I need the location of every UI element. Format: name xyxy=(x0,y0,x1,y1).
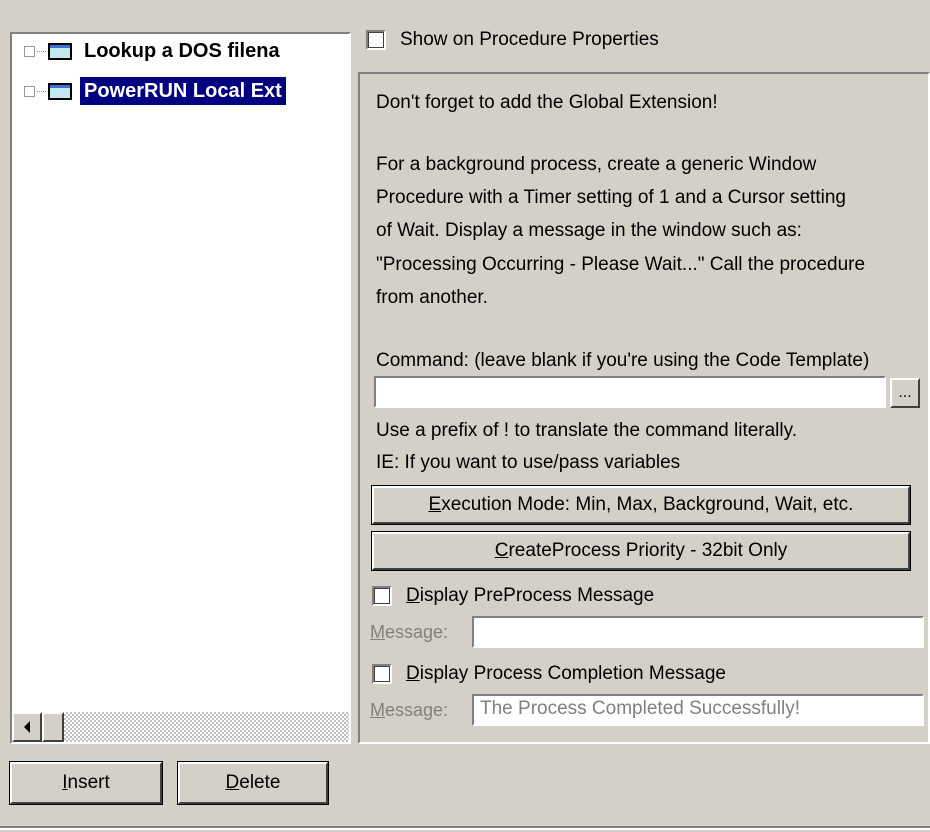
settings-panel: Don't forget to add the Global Extension… xyxy=(358,72,930,744)
command-input[interactable] xyxy=(374,376,886,408)
completion-message-caption: Message: xyxy=(370,700,449,720)
preprocess-message-caption: Message: xyxy=(370,622,449,642)
tree-node-box[interactable] xyxy=(24,45,35,57)
execution-mode-button[interactable]: Execution Mode: Min, Max, Background, Wa… xyxy=(371,485,911,525)
command-hint: Use a prefix of ! to translate the comma… xyxy=(376,420,797,441)
info-line: from another. xyxy=(376,287,488,308)
window-icon xyxy=(48,42,72,60)
global-extension-note: Don't forget to add the Global Extension… xyxy=(376,92,718,113)
procedure-tree[interactable]: Lookup a DOS filena PowerRUN Local Ext xyxy=(10,32,351,744)
tree-item-label: Lookup a DOS filena xyxy=(84,40,280,62)
window-icon xyxy=(48,82,72,100)
insert-button[interactable]: Insert xyxy=(9,761,163,805)
tree-item-lookup-dos[interactable]: Lookup a DOS filena xyxy=(24,36,284,66)
process-priority-button[interactable]: CreateProcess Priority - 32bit Only xyxy=(371,531,911,571)
show-on-properties-checkbox[interactable] xyxy=(366,30,386,50)
command-label: Command: (leave blank if you're using th… xyxy=(376,350,870,371)
completion-message-input[interactable]: The Process Completed Successfully! xyxy=(472,694,924,726)
command-hint: IE: If you want to use/pass variables xyxy=(376,452,681,473)
horizontal-scrollbar[interactable] xyxy=(12,712,349,742)
tree-node-box[interactable] xyxy=(24,85,35,97)
preprocess-message-label: Display PreProcess Message xyxy=(406,585,655,606)
bottom-divider xyxy=(0,826,930,830)
completion-message-checkbox[interactable] xyxy=(372,664,392,684)
scroll-left-button[interactable] xyxy=(12,712,42,742)
scroll-thumb[interactable] xyxy=(42,712,64,742)
delete-button[interactable]: Delete xyxy=(177,761,329,805)
tree-item-label: PowerRUN Local Ext xyxy=(80,77,286,105)
preprocess-message-checkbox[interactable] xyxy=(372,586,392,606)
completion-message-label: Display Process Completion Message xyxy=(406,663,726,684)
browse-button[interactable]: ... xyxy=(890,378,920,408)
info-line: "Processing Occurring - Please Wait..." … xyxy=(376,254,866,275)
info-line: of Wait. Display a message in the window… xyxy=(376,220,802,241)
info-line: For a background process, create a gener… xyxy=(376,154,817,175)
arrow-left-icon xyxy=(24,721,30,733)
show-on-properties-label: Show on Procedure Properties xyxy=(400,29,659,50)
preprocess-message-input[interactable] xyxy=(472,616,924,648)
tree-item-powerrun[interactable]: PowerRUN Local Ext xyxy=(24,76,286,106)
info-line: Procedure with a Timer setting of 1 and … xyxy=(376,187,846,208)
